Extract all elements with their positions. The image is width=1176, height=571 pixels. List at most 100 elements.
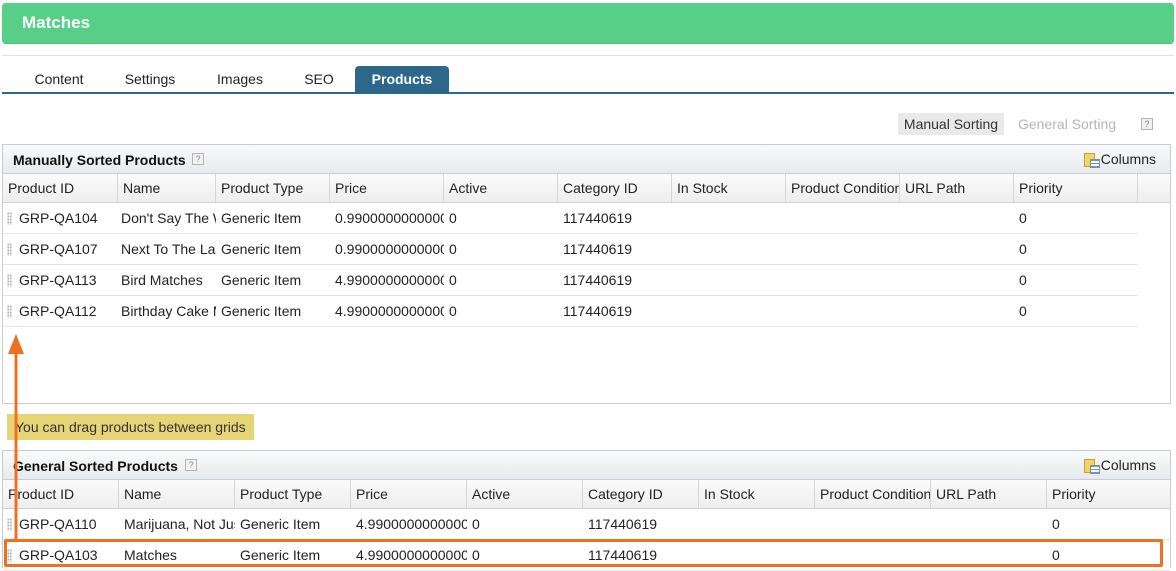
column-header-category-id[interactable]: Category ID — [583, 480, 699, 508]
header-divider — [2, 55, 1174, 56]
cell-priority: 0 — [1019, 241, 1027, 257]
general-column-headers: Product ID Name Product Type Price Activ… — [3, 480, 1170, 509]
table-row[interactable]: GRP-QA112 Birthday Cake Matches Generic … — [3, 296, 1138, 327]
column-header-product-condition[interactable]: Product Condition — [786, 174, 900, 202]
cell-product-id: GRP-QA113 — [19, 272, 97, 288]
cell-product-id: GRP-QA107 — [19, 241, 98, 257]
table-row[interactable]: GRP-QA104 Don't Say The Word Generic Ite… — [3, 203, 1138, 234]
column-header-name[interactable]: Name — [118, 174, 216, 202]
cell-priority: 0 — [1019, 272, 1027, 288]
drag-handle-icon[interactable] — [7, 549, 12, 562]
table-row[interactable]: GRP-QA110 Marijuana, Not Just Generic It… — [3, 509, 1170, 540]
column-header-priority[interactable]: Priority — [1047, 480, 1170, 508]
column-header-priority[interactable]: Priority — [1014, 174, 1138, 202]
manual-column-headers: Product ID Name Product Type Price Activ… — [3, 174, 1170, 203]
table-row[interactable]: GRP-QA107 Next To The Last Generic Item … — [3, 234, 1138, 265]
column-header-category-id[interactable]: Category ID — [558, 174, 672, 202]
cell-priority: 0 — [1052, 516, 1060, 532]
cell-name: Bird Matches — [121, 272, 203, 288]
general-grid-help-icon[interactable]: ? — [185, 459, 197, 471]
cell-priority: 0 — [1052, 547, 1060, 563]
column-header-price[interactable]: Price — [330, 174, 444, 202]
cell-active: 0 — [472, 547, 480, 563]
cell-category-id: 117440619 — [588, 547, 658, 563]
tab-seo[interactable]: SEO — [288, 66, 350, 92]
table-row[interactable]: GRP-QA113 Bird Matches Generic Item 4.99… — [3, 265, 1138, 296]
drag-handle-icon[interactable] — [7, 274, 12, 287]
cell-product-type: Generic Item — [240, 516, 321, 532]
cell-active: 0 — [472, 516, 480, 532]
drag-handle-icon[interactable] — [7, 212, 12, 225]
column-header-price[interactable]: Price — [351, 480, 467, 508]
manual-grid-title: Manually Sorted Products — [13, 152, 186, 168]
cell-category-id: 117440619 — [588, 516, 658, 532]
page-title: Matches — [22, 13, 91, 32]
general-grid-title: General Sorted Products — [13, 458, 178, 474]
drag-handle-icon[interactable] — [7, 518, 12, 531]
drag-handle-icon[interactable] — [7, 243, 12, 256]
cell-price: 4.990000000000000 — [335, 303, 444, 319]
cell-product-type: Generic Item — [221, 303, 302, 319]
column-header-url-path[interactable]: URL Path — [900, 174, 1014, 202]
column-header-product-type[interactable]: Product Type — [235, 480, 351, 508]
tab-products[interactable]: Products — [355, 66, 449, 92]
tab-content[interactable]: Content — [16, 66, 102, 92]
cell-name: Next To The Last — [121, 241, 216, 257]
cell-price: 4.990000000000000 — [335, 272, 444, 288]
cell-name: Don't Say The Word — [121, 210, 216, 226]
cell-category-id: 117440619 — [563, 210, 633, 226]
column-header-active[interactable]: Active — [467, 480, 583, 508]
cell-name: Matches — [124, 547, 177, 563]
manual-grid-header: Manually Sorted Products ? Columns — [3, 145, 1170, 174]
cell-product-type: Generic Item — [221, 210, 302, 226]
tab-settings[interactable]: Settings — [108, 66, 192, 92]
sorting-help-icon[interactable]: ? — [1141, 118, 1153, 130]
general-grid-header: General Sorted Products ? Columns — [3, 451, 1170, 480]
manual-products-grid: Manually Sorted Products ? Columns Produ… — [2, 144, 1171, 404]
drag-handle-icon[interactable] — [7, 305, 12, 318]
cell-name: Marijuana, Not Just — [124, 516, 235, 532]
cell-active: 0 — [449, 303, 457, 319]
cell-name: Birthday Cake Matches — [121, 303, 216, 319]
manual-grid-help-icon[interactable]: ? — [192, 153, 204, 165]
cell-category-id: 117440619 — [563, 272, 633, 288]
cell-product-type: Generic Item — [221, 241, 302, 257]
cell-price: 0.990000000000000 — [335, 210, 444, 226]
general-columns-button[interactable]: Columns — [1083, 457, 1156, 474]
manual-columns-label: Columns — [1100, 151, 1156, 167]
general-products-grid: General Sorted Products ? Columns Produc… — [2, 450, 1171, 571]
column-header-in-stock[interactable]: In Stock — [672, 174, 786, 202]
cell-category-id: 117440619 — [563, 241, 633, 257]
general-sorting-button[interactable]: General Sorting — [1018, 113, 1116, 135]
column-header-in-stock[interactable]: In Stock — [699, 480, 815, 508]
cell-active: 0 — [449, 241, 457, 257]
cell-price: 0.990000000000000 — [335, 241, 444, 257]
column-header-product-id[interactable]: Product ID — [3, 480, 119, 508]
manual-sorting-button[interactable]: Manual Sorting — [898, 113, 1004, 135]
cell-product-type: Generic Item — [240, 547, 321, 563]
cell-product-id: GRP-QA110 — [19, 516, 97, 532]
cell-priority: 0 — [1019, 303, 1027, 319]
manual-columns-button[interactable]: Columns — [1083, 151, 1156, 168]
column-header-product-id[interactable]: Product ID — [3, 174, 118, 202]
tab-bar: Content Settings Images SEO Products — [2, 66, 1174, 94]
cell-product-type: Generic Item — [221, 272, 302, 288]
page-header: Matches — [2, 3, 1174, 44]
column-header-url-path[interactable]: URL Path — [931, 480, 1047, 508]
cell-product-id: GRP-QA103 — [19, 547, 98, 563]
tab-images[interactable]: Images — [198, 66, 282, 92]
cell-priority: 0 — [1019, 210, 1027, 226]
table-row[interactable]: GRP-QA103 Matches Generic Item 4.9900000… — [3, 540, 1170, 571]
column-header-name[interactable]: Name — [119, 480, 235, 508]
cell-product-id: GRP-QA104 — [19, 210, 98, 226]
column-header-product-condition[interactable]: Product Condition — [815, 480, 931, 508]
column-header-product-type[interactable]: Product Type — [216, 174, 330, 202]
cell-price: 4.990000000000000 — [356, 547, 467, 563]
cell-active: 0 — [449, 272, 457, 288]
general-columns-label: Columns — [1100, 457, 1156, 473]
columns-icon — [1083, 153, 1100, 168]
cell-product-id: GRP-QA112 — [19, 303, 97, 319]
cell-category-id: 117440619 — [563, 303, 633, 319]
column-header-active[interactable]: Active — [444, 174, 558, 202]
drag-hint-tooltip: You can drag products between grids — [7, 414, 254, 440]
